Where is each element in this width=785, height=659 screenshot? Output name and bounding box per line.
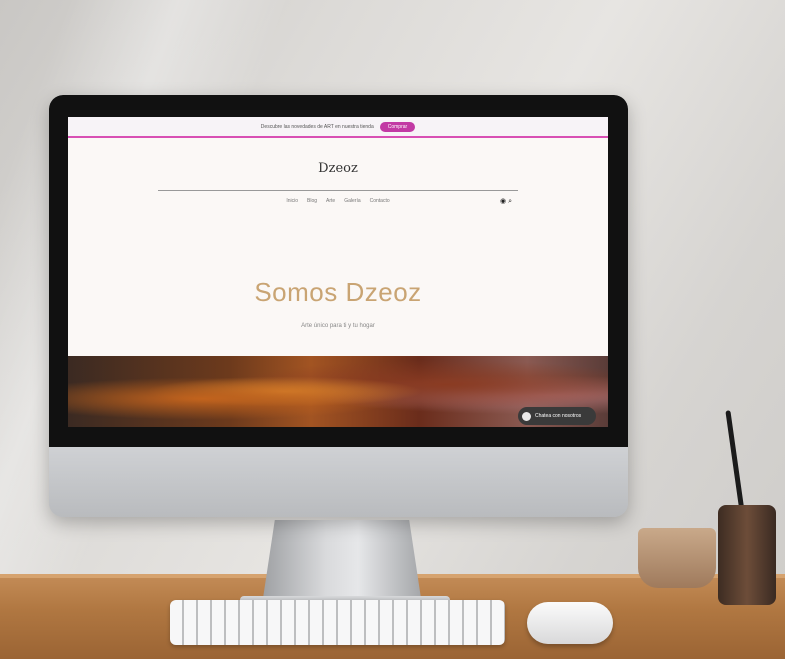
nav-divider [158, 190, 518, 191]
chat-icon [522, 411, 531, 421]
person-icon[interactable]: ◉ [500, 198, 506, 205]
site-nav: Inicio Blog Arte Galería Contacto [68, 198, 608, 204]
website-screen: Descubre las novedades de ART en nuestra… [68, 117, 608, 427]
nav-item-contacto[interactable]: Contacto [370, 198, 390, 204]
ceramic-bowl [638, 528, 716, 588]
pen-holder [718, 505, 776, 605]
hero-title: Somos Dzeoz [254, 277, 422, 307]
announcement-bar: Descubre las novedades de ART en nuestra… [68, 117, 608, 138]
search-icon[interactable]: ⌕ [508, 198, 512, 205]
nav-icons: ◉ ⌕ [500, 197, 512, 206]
nav-item-inicio[interactable]: Inicio [286, 198, 298, 204]
keyboard [170, 600, 505, 645]
chat-button[interactable]: Chatea con nosotros [518, 407, 596, 425]
announcement-text: Descubre las novedades de ART en nuestra… [260, 123, 374, 130]
chat-button-label: Chatea con nosotros [535, 413, 582, 419]
nav-item-arte[interactable]: Arte [326, 198, 335, 204]
hero-subtitle: Arte único para ti y tu hogar [301, 323, 375, 329]
monitor-stand [262, 520, 422, 605]
mouse [527, 602, 613, 644]
nav-item-blog[interactable]: Blog [307, 198, 317, 204]
announcement-cta-button[interactable]: Comprar [379, 121, 416, 132]
monitor-chin [49, 447, 628, 517]
nav-item-galeria[interactable]: Galería [344, 198, 360, 204]
site-logo[interactable]: Dzeoz [68, 161, 608, 176]
